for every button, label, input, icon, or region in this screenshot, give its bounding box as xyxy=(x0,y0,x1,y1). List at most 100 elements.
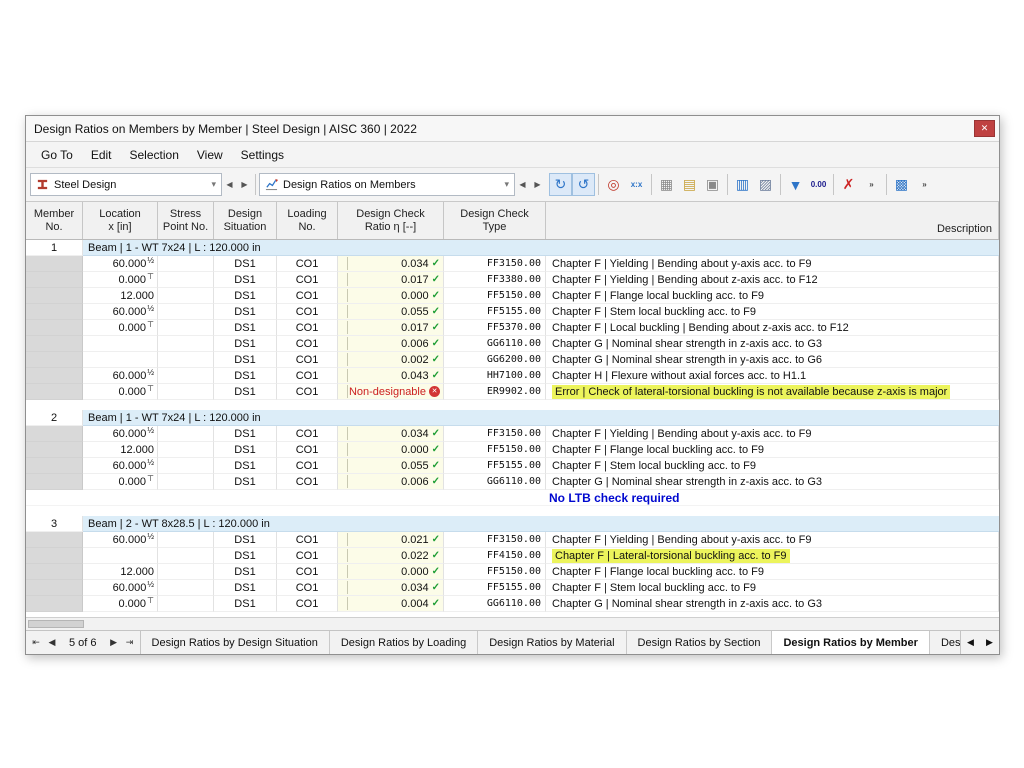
location-cell[interactable]: 12.000 xyxy=(83,442,158,458)
description-cell[interactable]: Chapter F | Stem local buckling acc. to … xyxy=(546,304,999,320)
design-check-row[interactable]: 60.000 ½ DS1 CO1 0.034 ✓ FF3150.00 Chapter F | … xyxy=(26,426,999,442)
stress-point-cell[interactable] xyxy=(158,564,214,580)
loading-cell[interactable]: CO1 xyxy=(277,320,338,336)
tabs-scroll-left-button[interactable]: ◀ xyxy=(961,631,980,654)
design-situation-cell[interactable]: DS1 xyxy=(214,596,277,612)
description-cell[interactable]: Chapter G | Nominal shear strength in z-… xyxy=(546,336,999,352)
check-type-cell[interactable]: FF3150.00 xyxy=(444,532,546,548)
description-cell[interactable]: Chapter F | Yielding | Bending about y-a… xyxy=(546,532,999,548)
ratio-cell[interactable]: 0.043 ✓ xyxy=(338,368,444,384)
ratio-cell[interactable]: Non-designable ✕ xyxy=(338,384,444,400)
design-check-row[interactable]: 0.000 ⊤ DS1 CO1 Non-designable ✕ ER9902.00 Erro… xyxy=(26,384,999,400)
ratio-cell[interactable]: 0.034 ✓ xyxy=(338,580,444,596)
decimal-places-icon[interactable]: 0.00 xyxy=(807,173,830,196)
member-number[interactable]: 1 xyxy=(26,240,83,256)
location-cell[interactable] xyxy=(83,336,158,352)
location-cell[interactable]: 0.000 ⊤ xyxy=(83,384,158,400)
table-container-icon[interactable]: ▤ xyxy=(678,173,701,196)
design-check-row[interactable]: 12.000 DS1 CO1 0.000 ✓ FF5150.00 Chapter F | F… xyxy=(26,564,999,580)
stress-point-cell[interactable] xyxy=(158,272,214,288)
loading-cell[interactable]: CO1 xyxy=(277,304,338,320)
stress-point-cell[interactable] xyxy=(158,288,214,304)
loading-cell[interactable]: CO1 xyxy=(277,384,338,400)
last-table-button[interactable]: ⇥ xyxy=(122,637,138,648)
stress-point-cell[interactable] xyxy=(158,336,214,352)
location-cell[interactable]: 0.000 ⊤ xyxy=(83,474,158,490)
design-situation-cell[interactable]: DS1 xyxy=(214,426,277,442)
check-type-cell[interactable]: FF3380.00 xyxy=(444,272,546,288)
result-next-button[interactable]: ▶ xyxy=(530,174,545,195)
design-check-row[interactable]: 0.000 ⊤ DS1 CO1 0.017 ✓ FF3380.00 Chapter F | Y… xyxy=(26,272,999,288)
stress-point-cell[interactable] xyxy=(158,368,214,384)
description-cell[interactable]: Chapter F | Lateral-torsional buckling a… xyxy=(546,548,999,564)
titlebar[interactable]: Design Ratios on Members by Member | Ste… xyxy=(26,116,999,142)
member-group-row[interactable]: 1 Beam | 1 - WT 7x24 | L : 120.000 in xyxy=(26,240,999,256)
location-cell[interactable]: 0.000 ⊤ xyxy=(83,596,158,612)
member-number[interactable]: 3 xyxy=(26,516,83,532)
design-check-row[interactable]: 60.000 ½ DS1 CO1 0.043 ✓ HH7100.00 Chapter H | … xyxy=(26,368,999,384)
loading-cell[interactable]: CO1 xyxy=(277,442,338,458)
design-situation-cell[interactable]: DS1 xyxy=(214,474,277,490)
next-table-button[interactable]: ▶ xyxy=(106,637,122,648)
table-search-icon[interactable]: ▩ xyxy=(890,173,913,196)
result-table-icon[interactable]: ▦ xyxy=(655,173,678,196)
design-situation-cell[interactable]: DS1 xyxy=(214,288,277,304)
stress-point-cell[interactable] xyxy=(158,304,214,320)
design-situation-cell[interactable]: DS1 xyxy=(214,532,277,548)
description-cell[interactable]: Chapter F | Yielding | Bending about y-a… xyxy=(546,426,999,442)
ratio-cell[interactable]: 0.055 ✓ xyxy=(338,304,444,320)
loading-cell[interactable]: CO1 xyxy=(277,272,338,288)
loading-cell[interactable]: CO1 xyxy=(277,336,338,352)
loading-cell[interactable]: CO1 xyxy=(277,288,338,304)
check-type-cell[interactable]: FF5155.00 xyxy=(444,304,546,320)
member-group-title[interactable]: Beam | 2 - WT 8x28.5 | L : 120.000 in xyxy=(83,516,999,532)
loading-cell[interactable]: CO1 xyxy=(277,596,338,612)
loading-cell[interactable]: CO1 xyxy=(277,256,338,272)
ratio-cell[interactable]: 0.017 ✓ xyxy=(338,272,444,288)
check-type-cell[interactable]: GG6110.00 xyxy=(444,474,546,490)
description-cell[interactable]: Chapter F | Stem local buckling acc. to … xyxy=(546,580,999,596)
scrollbar-thumb[interactable] xyxy=(28,620,84,628)
design-check-row[interactable]: 12.000 DS1 CO1 0.000 ✓ FF5150.00 Chapter F | F… xyxy=(26,442,999,458)
ratio-cell[interactable]: 0.034 ✓ xyxy=(338,426,444,442)
loading-cell[interactable]: CO1 xyxy=(277,580,338,596)
check-type-cell[interactable]: FF4150.00 xyxy=(444,548,546,564)
menu-item-selection[interactable]: Selection xyxy=(121,144,188,166)
stress-point-cell[interactable] xyxy=(158,458,214,474)
delete-results-icon[interactable]: ✗ xyxy=(837,173,860,196)
description-cell[interactable]: Chapter F | Flange local buckling acc. t… xyxy=(546,564,999,580)
design-check-row[interactable]: 0.000 ⊤ DS1 CO1 0.004 ✓ GG6110.00 Chapter G | N… xyxy=(26,596,999,612)
member-group-title[interactable]: Beam | 1 - WT 7x24 | L : 120.000 in xyxy=(83,240,999,256)
location-cell[interactable]: 0.000 ⊤ xyxy=(83,320,158,336)
description-cell[interactable]: Chapter H | Flexure without axial forces… xyxy=(546,368,999,384)
description-cell[interactable]: Chapter F | Yielding | Bending about y-a… xyxy=(546,256,999,272)
design-situation-cell[interactable]: DS1 xyxy=(214,272,277,288)
loading-cell[interactable]: CO1 xyxy=(277,548,338,564)
loading-cell[interactable]: CO1 xyxy=(277,458,338,474)
location-cell[interactable]: 60.000 ½ xyxy=(83,368,158,384)
first-table-button[interactable]: ⇤ xyxy=(28,637,44,648)
description-cell[interactable]: Chapter G | Nominal shear strength in z-… xyxy=(546,596,999,612)
export-spreadsheet-icon[interactable]: ▥ xyxy=(731,173,754,196)
menu-item-settings[interactable]: Settings xyxy=(232,144,293,166)
description-cell[interactable]: Chapter F | Stem local buckling acc. to … xyxy=(546,458,999,474)
ratio-cell[interactable]: 0.021 ✓ xyxy=(338,532,444,548)
stress-point-cell[interactable] xyxy=(158,256,214,272)
design-situation-cell[interactable]: DS1 xyxy=(214,352,277,368)
description-cell[interactable]: Chapter G | Nominal shear strength in y-… xyxy=(546,352,999,368)
module-next-button[interactable]: ▶ xyxy=(237,174,252,195)
design-situation-cell[interactable]: DS1 xyxy=(214,548,277,564)
location-cell[interactable]: 60.000 ½ xyxy=(83,304,158,320)
check-type-cell[interactable]: FF3150.00 xyxy=(444,426,546,442)
result-prev-button[interactable]: ◀ xyxy=(515,174,530,195)
result-values-icon[interactable]: x:x xyxy=(625,173,648,196)
close-button[interactable]: ✕ xyxy=(974,120,995,137)
location-cell[interactable]: 60.000 ½ xyxy=(83,580,158,596)
location-cell[interactable]: 12.000 xyxy=(83,288,158,304)
design-check-row[interactable]: 60.000 ½ DS1 CO1 0.055 ✓ FF5155.00 Chapter F | … xyxy=(26,304,999,320)
design-check-row[interactable]: 0.000 ⊤ DS1 CO1 0.006 ✓ GG6110.00 Chapter G | N… xyxy=(26,474,999,490)
check-type-cell[interactable]: ER9902.00 xyxy=(444,384,546,400)
description-cell[interactable]: Chapter F | Yielding | Bending about z-a… xyxy=(546,272,999,288)
location-cell[interactable]: 0.000 ⊤ xyxy=(83,272,158,288)
tab-design-ratios-by-material[interactable]: Design Ratios by Material xyxy=(478,631,627,654)
